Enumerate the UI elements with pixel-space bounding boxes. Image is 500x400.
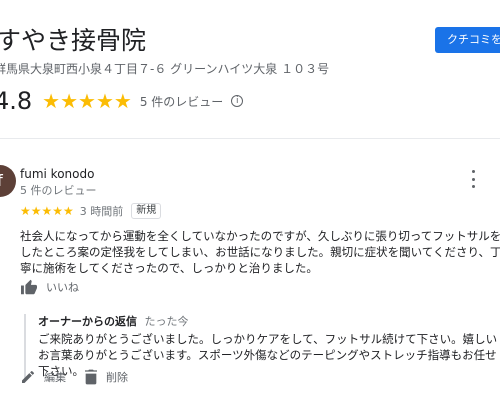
reviewer-review-count: 5 件のレビュー bbox=[20, 184, 97, 197]
trash-icon bbox=[85, 369, 97, 385]
add-review-button[interactable]: クチコミを書く bbox=[435, 27, 500, 53]
delete-label: 削除 bbox=[106, 371, 128, 384]
like-label: いいね bbox=[46, 281, 79, 294]
info-icon[interactable]: i bbox=[231, 95, 244, 107]
divider bbox=[0, 138, 500, 139]
review-rating-row: ★★★★★ 3 時間前 新規 bbox=[20, 203, 162, 219]
reviewer-name[interactable]: fumi konodo bbox=[20, 167, 94, 181]
review-count[interactable]: 5 件のレビュー bbox=[140, 93, 223, 110]
review-text: 社会人になってから運動を全くしていなかったのですが、久しぶりに張り切ってフットサ… bbox=[20, 229, 500, 275]
business-title: すやき接骨院 bbox=[0, 26, 147, 55]
review-time: 3 時間前 bbox=[79, 205, 124, 218]
like-button[interactable]: いいね bbox=[20, 278, 79, 296]
reply-time: たった今 bbox=[144, 315, 189, 328]
reply-actions: 編集 削除 bbox=[20, 368, 146, 386]
review-stars-icon: ★★★★★ bbox=[20, 204, 74, 218]
avatar[interactable]: f bbox=[0, 165, 16, 197]
average-rating: 4.8 bbox=[0, 87, 33, 115]
delete-button[interactable]: 削除 bbox=[84, 369, 128, 385]
thumbs-up-icon bbox=[21, 279, 37, 295]
reply-owner-label: オーナーからの返信 bbox=[38, 315, 137, 328]
new-badge: 新規 bbox=[131, 203, 162, 219]
more-options-icon[interactable] bbox=[466, 170, 480, 188]
summary-stars-icon: ★★★★★ bbox=[42, 89, 132, 113]
business-address: 群馬県大泉町西小泉４丁目７-６ グリーンハイツ大泉 １０３号 bbox=[0, 62, 330, 76]
rating-summary: 4.8 ★★★★★ 5 件のレビュー i bbox=[0, 86, 244, 116]
reply-header: オーナーからの返信 たった今 bbox=[38, 314, 500, 330]
pencil-icon bbox=[22, 370, 35, 383]
edit-label: 編集 bbox=[44, 371, 66, 384]
edit-button[interactable]: 編集 bbox=[20, 369, 66, 385]
